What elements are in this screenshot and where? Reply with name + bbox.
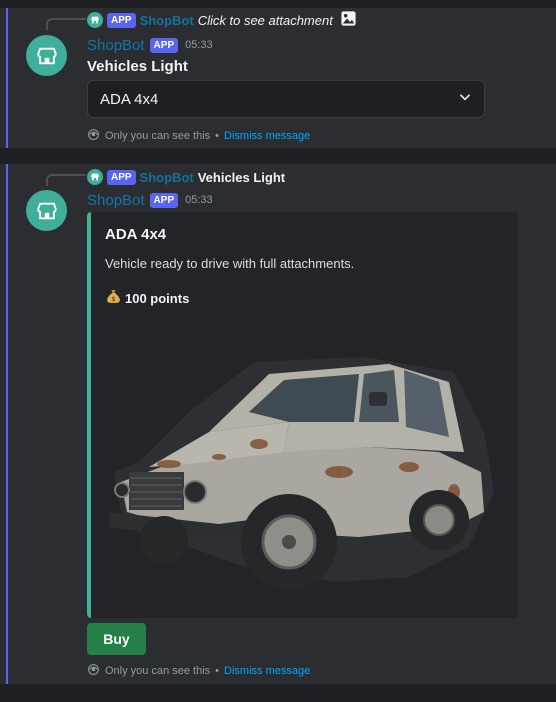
author-name[interactable]: ShopBot	[87, 192, 145, 209]
separator: •	[215, 130, 220, 142]
author-name[interactable]: ShopBot	[87, 37, 145, 54]
chevron-down-icon	[458, 90, 472, 108]
reply-text[interactable]: Click to see attachment	[198, 13, 333, 28]
timestamp: 05:33	[185, 194, 213, 206]
price-value: 100 points	[125, 290, 190, 306]
reply-author: ShopBot	[139, 169, 194, 185]
reply-author: ShopBot	[139, 12, 194, 28]
app-tag: APP	[107, 169, 136, 185]
bot-avatar[interactable]	[26, 190, 67, 231]
message-product: APP ShopBot Vehicles Light ShopBot APP 0…	[0, 164, 556, 684]
separator: •	[215, 665, 220, 677]
vehicle-image[interactable]	[109, 352, 499, 597]
image-icon	[340, 10, 357, 30]
reply-connector	[46, 18, 86, 30]
product-embed: ADA 4x4 Vehicle ready to drive with full…	[87, 212, 518, 618]
message-header: ShopBot APP 05:33	[87, 190, 213, 210]
ephemeral-note: Only you can see this • Dismiss message	[87, 663, 310, 679]
money-bag-icon: $	[105, 288, 122, 308]
dismiss-link[interactable]: Dismiss message	[224, 665, 310, 677]
reply-text[interactable]: Vehicles Light	[198, 170, 285, 185]
reply-connector	[46, 174, 86, 186]
svg-text:$: $	[111, 295, 115, 303]
eye-icon	[87, 663, 100, 679]
bot-avatar-mini	[87, 12, 103, 28]
eye-icon	[87, 128, 100, 144]
timestamp: 05:33	[185, 39, 213, 51]
reply-preview[interactable]: APP ShopBot Vehicles Light	[87, 168, 285, 186]
bot-avatar-mini	[87, 169, 103, 185]
ephemeral-text: Only you can see this	[105, 130, 211, 142]
message-select: APP ShopBot Click to see attachment Shop…	[0, 8, 556, 148]
reply-preview[interactable]: APP ShopBot Click to see attachment	[87, 11, 357, 29]
app-tag: APP	[149, 37, 179, 53]
select-value: ADA 4x4	[100, 90, 159, 108]
embed-title: ADA 4x4	[105, 226, 167, 243]
message-title: Vehicles Light	[87, 58, 188, 75]
embed-price: $ 100 points	[105, 288, 189, 308]
ephemeral-note: Only you can see this • Dismiss message	[87, 128, 310, 144]
buy-button[interactable]: Buy	[87, 623, 146, 655]
app-tag: APP	[107, 12, 136, 28]
message-header: ShopBot APP 05:33	[87, 35, 213, 55]
dismiss-link[interactable]: Dismiss message	[224, 130, 310, 142]
ephemeral-text: Only you can see this	[105, 665, 211, 677]
embed-description: Vehicle ready to drive with full attachm…	[105, 256, 355, 271]
vehicle-select[interactable]: ADA 4x4	[87, 80, 485, 118]
bot-avatar[interactable]	[26, 35, 67, 76]
app-tag: APP	[149, 192, 179, 208]
